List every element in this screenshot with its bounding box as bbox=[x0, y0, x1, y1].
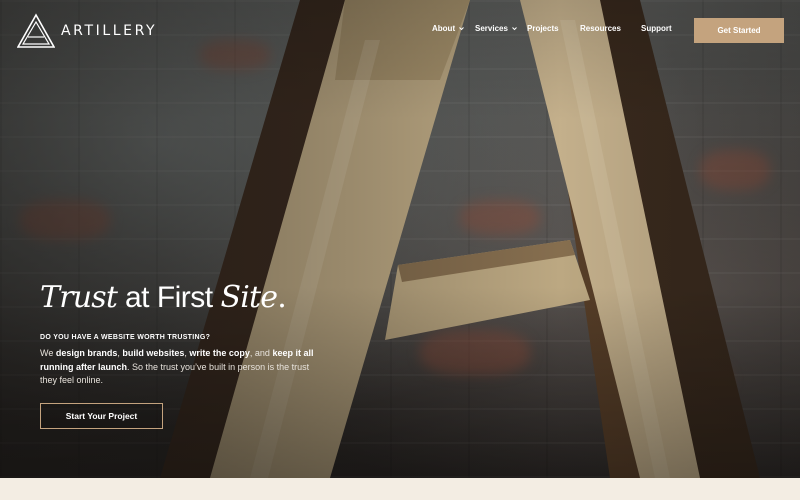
body-emphasis: build websites bbox=[122, 348, 185, 358]
nav-item-projects[interactable]: Projects bbox=[527, 24, 559, 33]
body-text: We bbox=[40, 348, 56, 358]
nav-item-label: Resources bbox=[580, 24, 621, 33]
body-emphasis: write the copy bbox=[189, 348, 250, 358]
page-section-divider bbox=[0, 478, 800, 500]
headline-part: at First bbox=[117, 281, 221, 314]
body-text: , and bbox=[249, 348, 273, 358]
nav-item-label: Projects bbox=[527, 24, 559, 33]
nav-item-support[interactable]: Support bbox=[641, 24, 672, 33]
headline-part: . bbox=[277, 280, 287, 315]
main-nav: About Services Projects Resources Suppor… bbox=[0, 24, 800, 38]
headline-part: Site bbox=[220, 280, 278, 315]
body-emphasis: design brands bbox=[55, 348, 118, 358]
chevron-down-icon bbox=[459, 27, 464, 31]
start-your-project-button[interactable]: Start Your Project bbox=[40, 403, 163, 429]
nav-item-services[interactable]: Services bbox=[475, 24, 518, 33]
chevron-down-icon bbox=[512, 27, 517, 31]
headline-part: Trust bbox=[40, 280, 118, 315]
nav-item-resources[interactable]: Resources bbox=[580, 24, 621, 33]
hero-body-copy: We design brands, build websites, write … bbox=[40, 347, 320, 388]
nav-item-about[interactable]: About bbox=[432, 24, 465, 33]
hero-headline: Trust at First Site. bbox=[40, 280, 287, 315]
hero-eyebrow: DO YOU HAVE A WEBSITE WORTH TRUSTING? bbox=[40, 334, 211, 341]
nav-item-label: About bbox=[432, 24, 456, 33]
nav-item-label: Support bbox=[641, 24, 672, 33]
nav-item-label: Services bbox=[475, 24, 508, 33]
get-started-button[interactable]: Get Started bbox=[694, 18, 784, 43]
